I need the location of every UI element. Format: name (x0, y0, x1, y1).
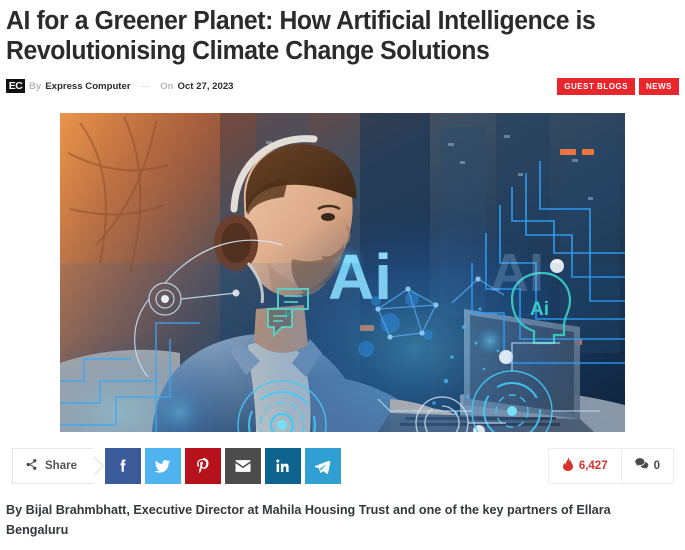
pinterest-icon (194, 457, 212, 475)
flame-icon (562, 456, 574, 476)
facebook-icon (114, 457, 132, 475)
hero-image: Ai Ai AI (60, 113, 625, 432)
page-title: AI for a Greener Planet: How Artificial … (6, 7, 596, 65)
hero-artwork: Ai Ai AI (60, 113, 625, 432)
on-label: On (160, 80, 174, 92)
share-pinterest-button[interactable] (184, 448, 221, 484)
article-meta: EC By Express Computer — On Oct 27, 2023… (6, 78, 679, 97)
category-tags: GUEST BLOGS NEWS (557, 78, 679, 95)
express-computer-logo: EC (6, 79, 25, 93)
envelope-icon (233, 456, 253, 476)
tag-news[interactable]: NEWS (639, 78, 679, 95)
tag-guest-blogs[interactable]: GUEST BLOGS (557, 78, 635, 95)
share-email-button[interactable] (224, 448, 261, 484)
article-page: AI for a Greener Planet: How Artificial … (0, 0, 685, 550)
article-lede: By Bijal Brahmbhatt, Executive Director … (6, 503, 611, 537)
share-bar: Share (12, 448, 341, 484)
social-share-list (104, 448, 341, 484)
engagement-counters: 6,427 0 (547, 448, 674, 484)
publish-date: Oct 27, 2023 (177, 80, 234, 92)
by-label: By (29, 80, 42, 92)
share-label: Share (45, 460, 77, 472)
comments-counter[interactable]: 0 (620, 449, 673, 483)
comment-icon (634, 457, 649, 475)
telegram-icon (313, 457, 332, 476)
author-name[interactable]: Express Computer (45, 81, 130, 92)
share-linkedin-button[interactable] (264, 448, 301, 484)
share-nodes-icon (25, 458, 38, 474)
twitter-icon (153, 457, 172, 476)
views-counter[interactable]: 6,427 (549, 449, 621, 483)
share-telegram-button[interactable] (304, 448, 341, 484)
linkedin-icon (274, 457, 292, 475)
share-facebook-button[interactable] (104, 448, 141, 484)
meta-separator: — (140, 80, 151, 92)
share-button[interactable]: Share (12, 448, 104, 484)
views-count: 6,427 (578, 460, 608, 472)
share-twitter-button[interactable] (144, 448, 181, 484)
comments-count: 0 (653, 460, 660, 472)
byline: EC By Express Computer — On Oct 27, 2023 (6, 79, 234, 93)
